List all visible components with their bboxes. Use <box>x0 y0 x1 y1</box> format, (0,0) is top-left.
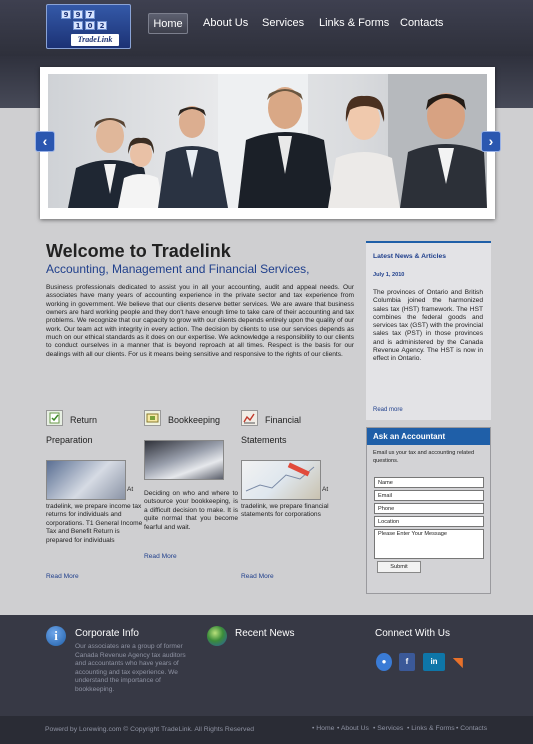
ask-title: Ask an Accountant <box>367 428 490 445</box>
news-title: Latest News & Articles <box>373 253 447 260</box>
ask-intro: Email us your tax and accounting related… <box>373 450 475 464</box>
footer-link-about-us[interactable]: • About Us <box>337 725 369 732</box>
corporate-info-text: Our associates are a group of former Can… <box>75 643 186 693</box>
rss-icon[interactable]: ◥ <box>450 653 466 671</box>
nav-home[interactable]: Home <box>148 13 188 34</box>
email-field[interactable] <box>374 490 484 501</box>
logo-tile: 9 <box>73 10 83 19</box>
message-field[interactable]: Please Enter Your Message <box>374 529 484 559</box>
nav-contacts[interactable]: Contacts <box>400 13 443 34</box>
name-field[interactable] <box>374 477 484 488</box>
team-photo <box>48 74 487 208</box>
team-photo-illustration <box>68 74 487 208</box>
welcome-text: Business professionals dedicated to assi… <box>46 284 354 358</box>
logo-tile: 7 <box>85 10 95 19</box>
service-read-more-link[interactable]: Read More <box>144 553 177 560</box>
footer-link-services[interactable]: • Services <box>373 725 403 732</box>
calculator-image <box>144 440 224 480</box>
linkedin-icon[interactable]: in <box>423 653 445 671</box>
connect-title: Connect With Us <box>375 628 451 639</box>
welcome-subtitle: Accounting, Management and Financial Ser… <box>46 262 310 276</box>
logo-tile: 2 <box>97 21 107 30</box>
logo-tile: 0 <box>85 21 95 30</box>
service-desc-lead: At <box>322 486 329 493</box>
footer-link-home[interactable]: • Home <box>312 725 334 732</box>
nav-services[interactable]: Services <box>262 13 304 34</box>
service-desc-lead: At <box>127 486 134 493</box>
location-field[interactable] <box>374 516 484 527</box>
messenger-icon[interactable]: ● <box>376 653 392 671</box>
service-read-more-link[interactable]: Read More <box>241 573 274 580</box>
ask-accountant-form: Ask an Accountant Email us your tax and … <box>366 427 491 594</box>
service-desc: Deciding on who and where to outsource y… <box>144 490 238 531</box>
nav-about-us[interactable]: About Us <box>203 13 248 34</box>
footer-link-links-forms[interactable]: • Links & Forms <box>407 725 455 732</box>
service-desc: tradelink, we prepare financial statemen… <box>241 503 329 519</box>
financial-chart-image <box>241 460 321 500</box>
service-title: Return Preparation <box>46 415 98 445</box>
logo-tile: 1 <box>73 21 83 30</box>
phone-field[interactable] <box>374 503 484 514</box>
info-icon: i <box>46 626 66 646</box>
news-text: The provinces of Ontario and British Col… <box>373 289 483 363</box>
latest-news-panel: Latest News & Articles July 1, 2010 The … <box>366 241 491 420</box>
corporate-info-title: Corporate Info <box>75 628 139 639</box>
site-logo[interactable]: 9 9 7 1 0 2 TradeLink <box>46 4 131 49</box>
news-date: July 1, 2010 <box>373 272 405 278</box>
copyright-text: Powerd by Lorewing.com © Copyright Trade… <box>45 726 255 733</box>
slider-next-button[interactable]: › <box>481 131 501 152</box>
footer-link-contacts[interactable]: • Contacts <box>456 725 487 732</box>
logo-name: TradeLink <box>71 34 119 46</box>
news-read-more-link[interactable]: Read more <box>373 407 403 413</box>
tax-forms-image <box>46 460 126 500</box>
submit-button[interactable]: Submit <box>377 561 421 573</box>
logo-tile: 9 <box>61 10 71 19</box>
welcome-title: Welcome to Tradelink <box>46 241 231 261</box>
service-read-more-link[interactable]: Read More <box>46 573 79 580</box>
service-title: Bookkeeping <box>168 415 221 425</box>
image-slider <box>40 67 495 219</box>
recent-news-title: Recent News <box>235 628 295 639</box>
nav-links-forms[interactable]: Links & Forms <box>319 13 389 34</box>
globe-icon <box>207 626 227 646</box>
slider-prev-button[interactable]: ‹ <box>35 131 55 152</box>
facebook-icon[interactable]: f <box>399 653 415 671</box>
service-desc: tradelink, we prepare income tax returns… <box>46 503 143 544</box>
service-title: Financial Statements <box>241 415 302 445</box>
